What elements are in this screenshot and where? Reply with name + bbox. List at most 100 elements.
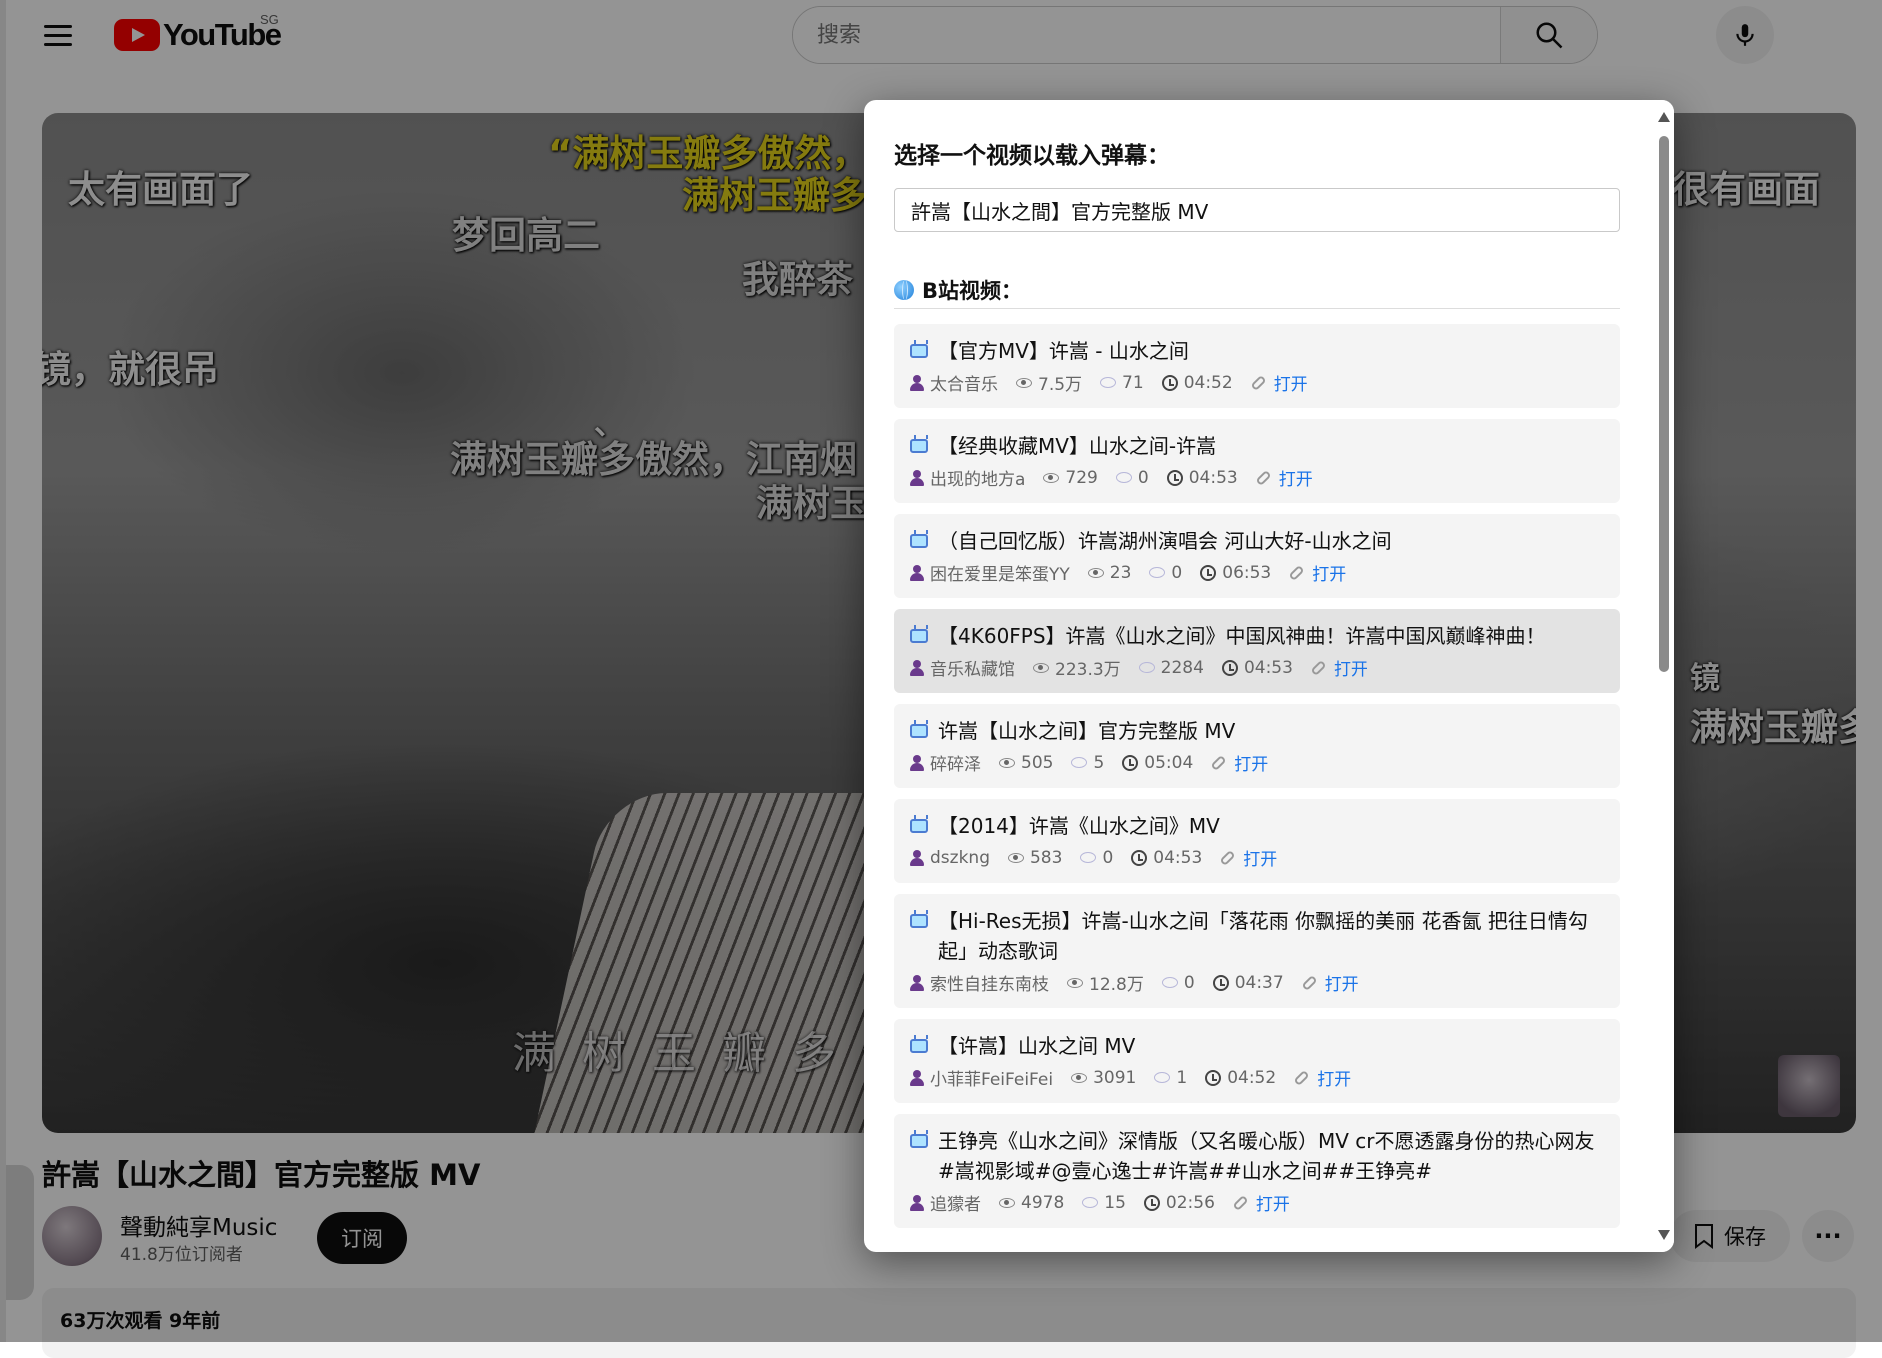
comment-count: 0 xyxy=(1171,562,1183,583)
modal-search-input[interactable] xyxy=(894,188,1620,232)
open-link[interactable]: 打开 xyxy=(1279,465,1313,490)
comment-icon xyxy=(1161,977,1178,988)
section-label: B站视频： xyxy=(922,279,1023,303)
open-link[interactable]: 打开 xyxy=(1274,370,1308,395)
video-result-meta: 出现的地方a 729 0 04:53 打开 xyxy=(910,465,1604,490)
comment-count: 1 xyxy=(1176,1067,1188,1088)
comment-count: 2284 xyxy=(1160,657,1204,678)
view-count: 12.8万 xyxy=(1089,975,1144,995)
comment-icon xyxy=(1138,662,1155,673)
video-result-meta: dszkng 583 0 04:53 打开 xyxy=(910,845,1604,870)
open-link[interactable]: 打开 xyxy=(1256,1190,1290,1215)
duration: 04:52 xyxy=(1227,1067,1277,1088)
tv-icon xyxy=(910,1134,928,1148)
eye-icon xyxy=(1043,472,1060,483)
duration: 04:52 xyxy=(1183,372,1233,393)
eye-icon xyxy=(1087,567,1104,578)
video-result-title-text: 王铮亮《山水之间》深情版（又名暖心版）MV cr不愿透露身份的热心网友 #嵩视影… xyxy=(938,1129,1595,1183)
tv-icon xyxy=(910,629,928,643)
open-link[interactable]: 打开 xyxy=(1317,1065,1351,1090)
duration: 05:04 xyxy=(1144,752,1194,773)
uploader-name: 音乐私藏馆 xyxy=(930,660,1015,680)
link-icon xyxy=(1219,849,1236,866)
scroll-up-arrow-icon[interactable] xyxy=(1658,112,1670,122)
comment-count: 15 xyxy=(1104,1192,1126,1213)
comment-icon xyxy=(1100,377,1117,388)
bilibili-section-header: B站视频： xyxy=(894,272,1620,309)
danmaku-video-picker: 选择一个视频以载入弹幕： B站视频： 【官方MV】许嵩 - 山水之间太合音乐 7.… xyxy=(864,100,1674,1252)
uploader-name: dszkng xyxy=(930,847,990,868)
comment-count: 71 xyxy=(1122,372,1144,393)
open-link[interactable]: 打开 xyxy=(1334,655,1368,680)
clock-icon xyxy=(1166,469,1183,486)
scroll-thumb[interactable] xyxy=(1659,136,1669,672)
video-result-meta: 太合音乐 7.5万 71 04:52 打开 xyxy=(910,370,1604,395)
video-result-title: 王铮亮《山水之间》深情版（又名暖心版）MV cr不愿透露身份的热心网友 #嵩视影… xyxy=(910,1126,1604,1186)
user-icon xyxy=(910,374,924,391)
uploader-name: 追獴者 xyxy=(930,1195,981,1215)
video-result-item[interactable]: 许嵩【山水之间】官方完整版 MV 碎碎泽 505 5 05:04 打开 xyxy=(894,704,1620,788)
uploader-name: 出现的地方a xyxy=(930,470,1026,490)
comment-count: 5 xyxy=(1093,752,1105,773)
tv-icon xyxy=(910,1039,928,1053)
tv-icon xyxy=(910,344,928,358)
scroll-down-arrow-icon[interactable] xyxy=(1658,1230,1670,1240)
clock-icon xyxy=(1161,374,1178,391)
uploader-name: 索性自挂东南枝 xyxy=(930,975,1049,995)
video-result-title: 【官方MV】许嵩 - 山水之间 xyxy=(910,336,1604,366)
modal-title: 选择一个视频以载入弹幕： xyxy=(894,143,1170,169)
view-count: 3091 xyxy=(1093,1067,1137,1088)
open-link[interactable]: 打开 xyxy=(1325,970,1359,995)
open-link[interactable]: 打开 xyxy=(1234,750,1268,775)
clock-icon xyxy=(1131,849,1148,866)
tv-icon xyxy=(910,439,928,453)
duration: 04:53 xyxy=(1153,847,1203,868)
open-link[interactable]: 打开 xyxy=(1243,845,1277,870)
uploader-name: 困在爱里是笨蛋YY xyxy=(930,565,1070,585)
comment-count: 0 xyxy=(1137,467,1149,488)
clock-icon xyxy=(1200,564,1217,581)
video-result-meta: 音乐私藏馆 223.3万 2284 04:53 打开 xyxy=(910,655,1604,680)
video-result-title: 【经典收藏MV】山水之间-许嵩 xyxy=(910,431,1604,461)
link-icon xyxy=(1255,469,1272,486)
tv-icon xyxy=(910,534,928,548)
video-result-meta: 碎碎泽 505 5 05:04 打开 xyxy=(910,750,1604,775)
video-result-title-text: （自己回忆版）许嵩湖州演唱会 河山大好-山水之间 xyxy=(938,529,1392,553)
clock-icon xyxy=(1205,1069,1222,1086)
user-icon xyxy=(910,469,924,486)
view-count: 7.5万 xyxy=(1038,375,1083,395)
tv-icon xyxy=(910,914,928,928)
video-result-title-text: 【经典收藏MV】山水之间-许嵩 xyxy=(938,434,1217,458)
eye-icon xyxy=(1016,377,1032,388)
view-count: 583 xyxy=(1029,847,1063,868)
user-icon xyxy=(910,659,924,676)
view-count: 4978 xyxy=(1021,1192,1065,1213)
eye-icon xyxy=(1033,662,1049,673)
comment-icon xyxy=(1115,472,1132,483)
eye-icon xyxy=(1071,1072,1088,1083)
user-icon xyxy=(910,849,924,866)
video-result-item[interactable]: 王铮亮《山水之间》深情版（又名暖心版）MV cr不愿透露身份的热心网友 #嵩视影… xyxy=(894,1114,1620,1228)
eye-icon xyxy=(999,757,1015,768)
video-result-item[interactable]: （自己回忆版）许嵩湖州演唱会 河山大好-山水之间 困在爱里是笨蛋YY 23 0 06:5… xyxy=(894,514,1620,598)
video-result-item[interactable]: 【2014】许嵩《山水之间》MV dszkng 583 0 04:53 打开 xyxy=(894,799,1620,883)
link-icon xyxy=(1301,974,1318,991)
comment-icon xyxy=(1071,757,1088,768)
open-link[interactable]: 打开 xyxy=(1312,560,1346,585)
link-icon xyxy=(1293,1069,1310,1086)
video-result-item[interactable]: 【许嵩】山水之间 MV 小菲菲FeiFeiFei 3091 1 04:52 打开 xyxy=(894,1019,1620,1103)
uploader-name: 太合音乐 xyxy=(930,375,998,395)
video-result-item[interactable]: 【4K60FPS】许嵩《山水之间》中国风神曲！许嵩中国风巅峰神曲！ 音乐私藏馆 22… xyxy=(894,609,1620,693)
video-result-item[interactable]: 【Hi-Res无损】许嵩-山水之间「落花雨 你飘摇的美丽 花香氤 把往日情勾起」… xyxy=(894,894,1620,1008)
video-result-item[interactable]: 【官方MV】许嵩 - 山水之间太合音乐 7.5万 71 04:52 打开 xyxy=(894,324,1620,408)
uploader-name: 碎碎泽 xyxy=(930,755,981,775)
link-icon xyxy=(1210,754,1227,771)
view-count: 505 xyxy=(1021,752,1054,773)
clock-icon xyxy=(1221,659,1238,676)
video-result-item[interactable]: 【经典收藏MV】山水之间-许嵩出现的地方a 729 0 04:53 打开 xyxy=(894,419,1620,503)
comment-count: 0 xyxy=(1183,972,1195,993)
duration: 06:53 xyxy=(1222,562,1272,583)
modal-scrollbar[interactable] xyxy=(1654,100,1674,1252)
link-icon xyxy=(1288,564,1305,581)
clock-icon xyxy=(1143,1194,1160,1211)
